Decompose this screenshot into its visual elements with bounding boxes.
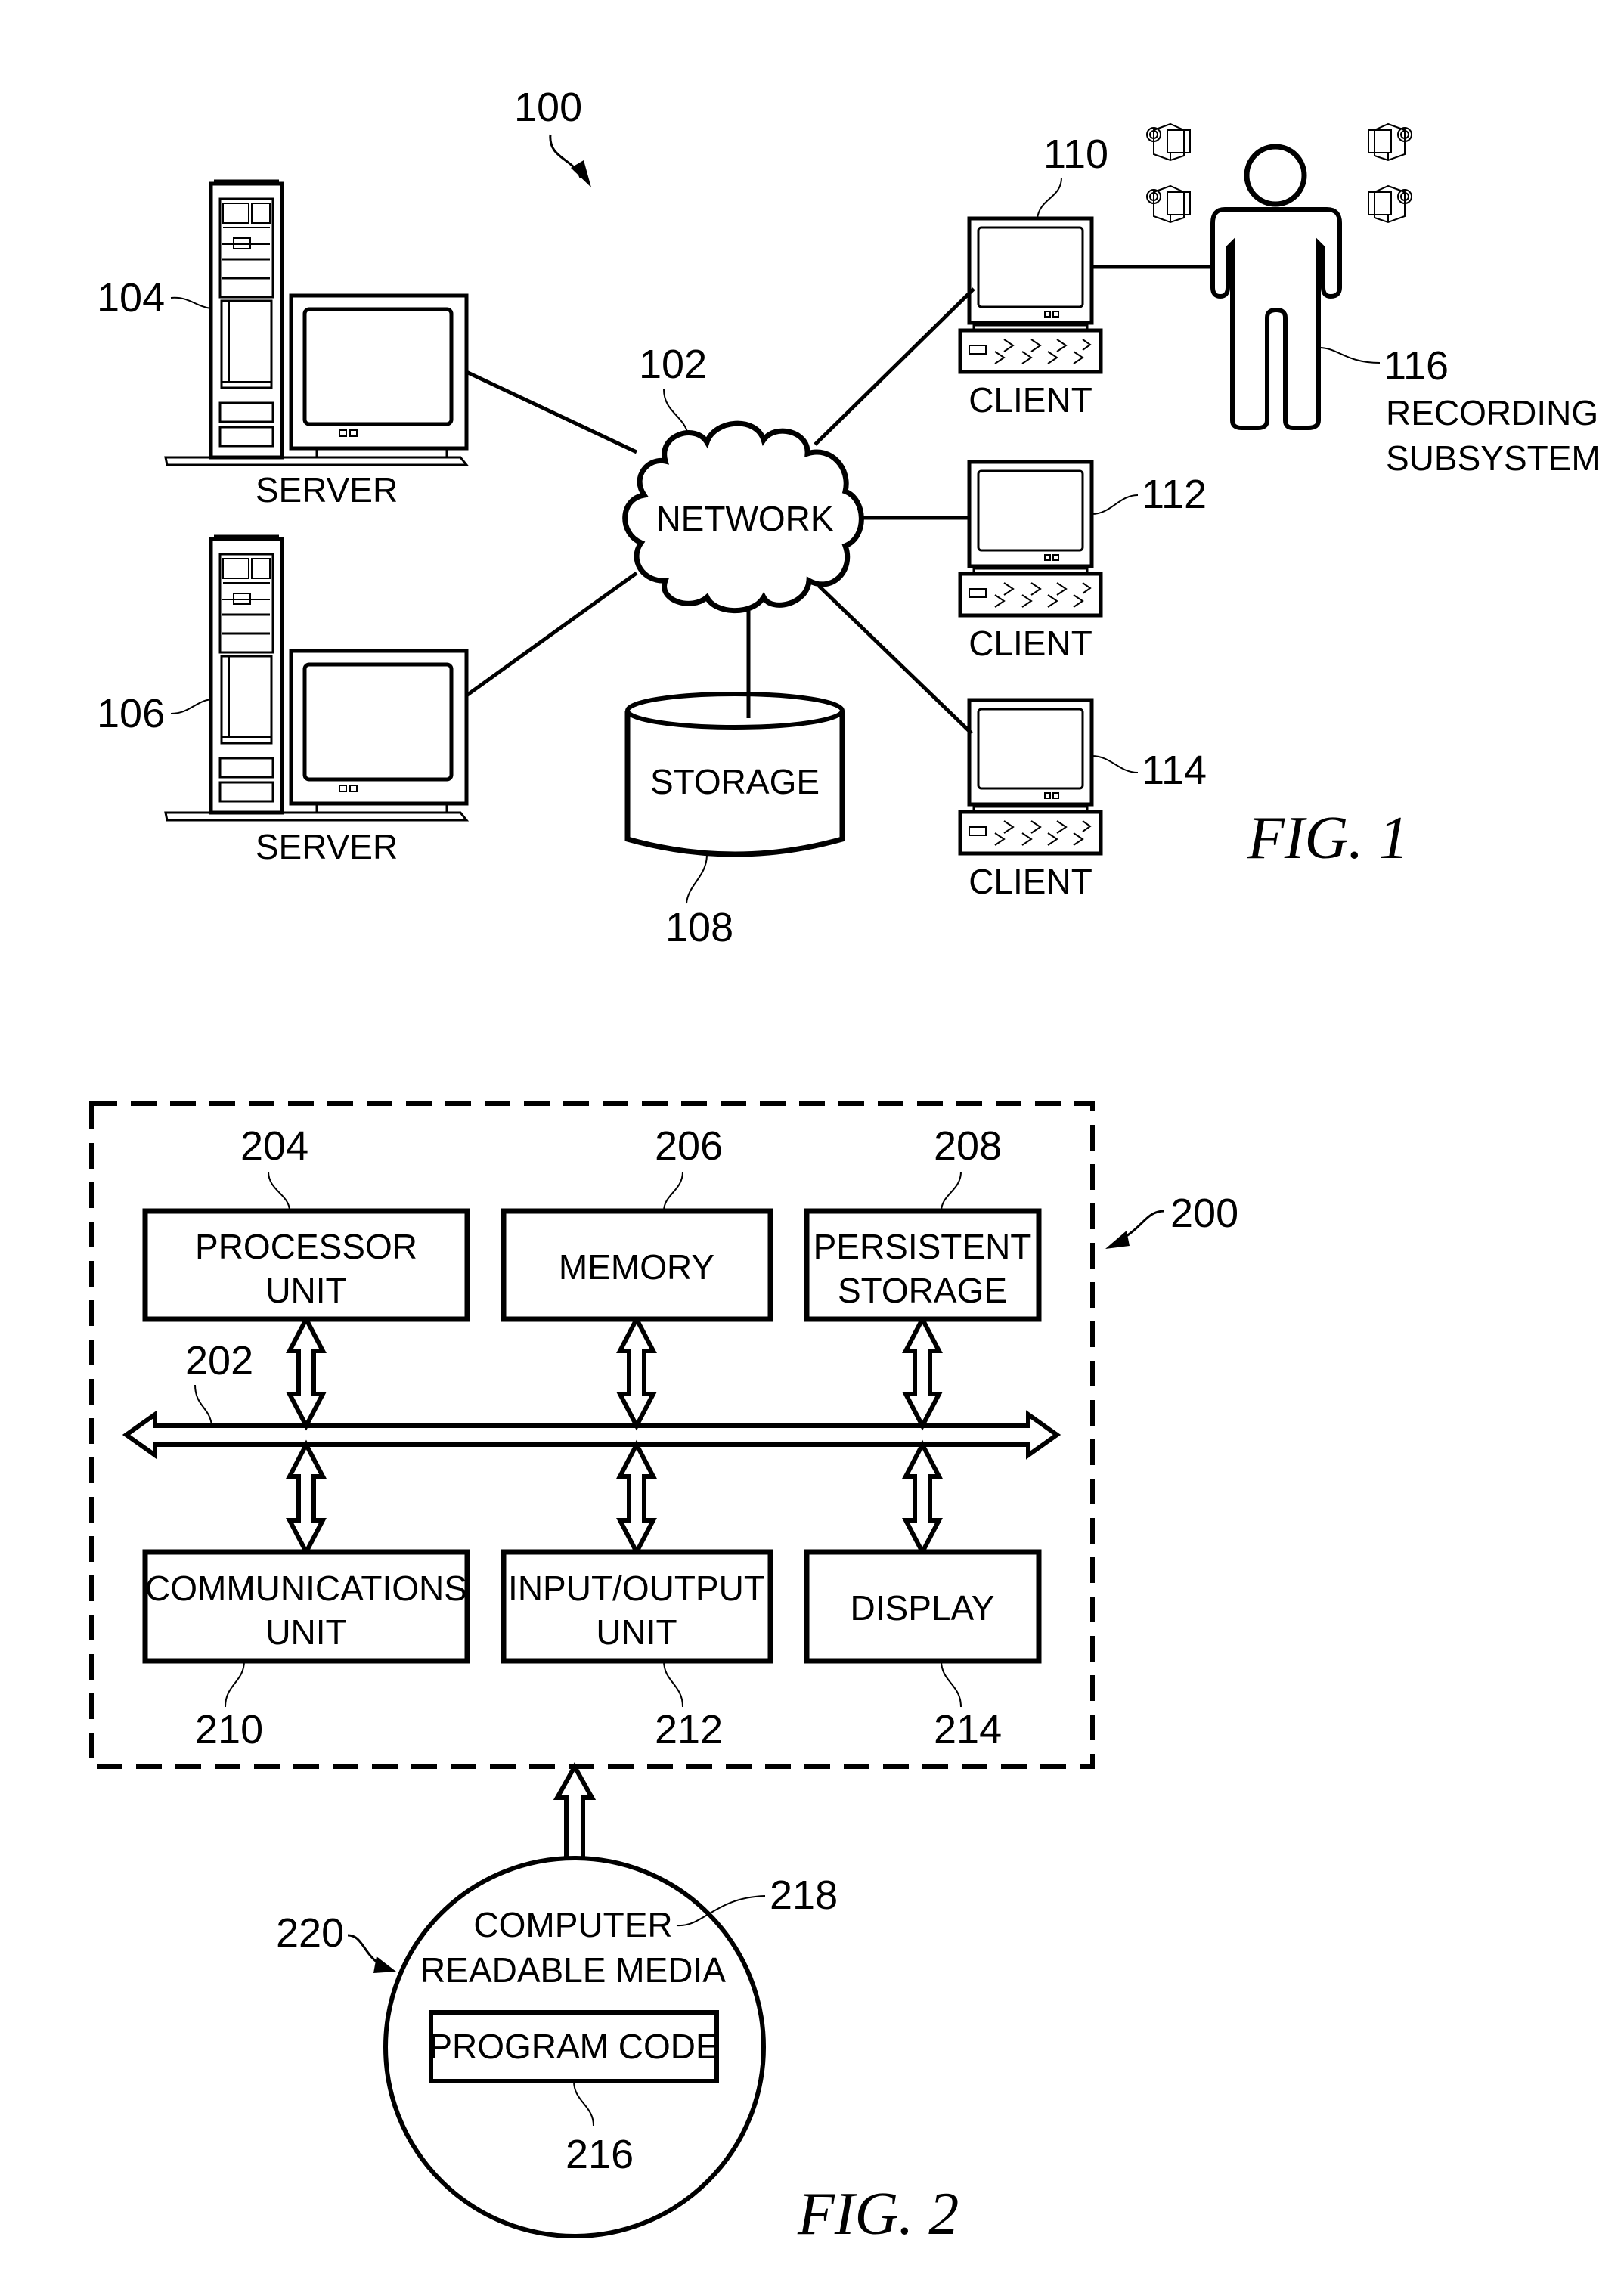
network-ref-leader	[663, 389, 689, 435]
persistent-storage-line2: STORAGE	[838, 1271, 1007, 1310]
unit-communications: COMMUNICATIONS UNIT	[142, 1549, 470, 1664]
system-200-arrowhead-icon	[1105, 1231, 1130, 1249]
storage-ref-leader	[686, 853, 708, 904]
client-110-label: CLIENT	[969, 380, 1092, 420]
server-104-leader	[170, 296, 212, 309]
network-ref-102: 102	[639, 342, 707, 387]
processor-unit-line2: UNIT	[265, 1271, 346, 1310]
server-ref-104: 104	[97, 275, 165, 321]
unit-ref-212: 212	[655, 1707, 723, 1752]
client-ref-112: 112	[1142, 472, 1207, 517]
unit-210-leader	[225, 1660, 245, 1708]
unit-input-output: INPUT/OUTPUT UNIT	[501, 1549, 773, 1664]
system-ref-100: 100	[514, 85, 582, 130]
unit-persistent-storage: PERSISTENT STORAGE	[804, 1208, 1042, 1322]
camera-icon-top-right	[1368, 123, 1412, 161]
storage-ref-108: 108	[665, 905, 733, 950]
unit-memory: MEMORY	[501, 1208, 773, 1322]
link-client-110	[814, 287, 975, 446]
input-output-unit-line1: INPUT/OUTPUT	[508, 1569, 765, 1608]
unit-ref-214: 214	[934, 1707, 1002, 1752]
client-114	[960, 700, 1101, 853]
client-110	[960, 218, 1101, 372]
media-ref-218: 218	[770, 1873, 838, 1918]
server-104-label: SERVER	[256, 470, 398, 510]
camera-icon-top-left	[1146, 123, 1191, 161]
media-220-arrowhead-icon	[373, 1956, 396, 1973]
unit-display: DISPLAY	[804, 1549, 1042, 1664]
link-server-106	[465, 571, 638, 698]
unit-206-leader	[663, 1171, 683, 1212]
unit-ref-204: 204	[240, 1123, 308, 1169]
figure-1-caption: FIG. 1	[1247, 805, 1409, 872]
unit-ref-208: 208	[934, 1123, 1002, 1169]
network-label: NETWORK	[655, 499, 833, 538]
unit-ref-206: 206	[655, 1123, 723, 1169]
input-output-unit-line2: UNIT	[596, 1612, 677, 1652]
unit-212-leader	[663, 1660, 683, 1708]
figure-1: 100 104 SERVER 106 SERVER NETWORK 102 ST…	[97, 85, 1601, 950]
bus-arrow-processor	[286, 1314, 327, 1431]
program-code-label: PROGRAM CODE	[429, 2027, 718, 2066]
recording-subsystem-label-line2: SUBSYSTEM	[1386, 438, 1601, 478]
display-label: DISPLAY	[851, 1588, 995, 1628]
media-to-system-arrow	[553, 1761, 597, 1859]
system-ref-200: 200	[1170, 1191, 1238, 1236]
unit-ref-210: 210	[195, 1707, 263, 1752]
bus-arrow-memory	[616, 1314, 657, 1431]
bus-ref-202: 202	[185, 1338, 253, 1383]
recording-subsystem-leader	[1319, 347, 1381, 364]
client-112-leader	[1091, 494, 1139, 515]
communications-unit-line2: UNIT	[265, 1612, 346, 1652]
media-label-line2: READABLE MEDIA	[420, 1950, 726, 1990]
storage-cylinder	[624, 650, 845, 857]
server-104	[166, 181, 466, 465]
processor-unit-line1: PROCESSOR	[195, 1227, 417, 1266]
media-label-line1: COMPUTER	[473, 1905, 672, 1944]
bus-arrow-communications	[286, 1439, 327, 1557]
server-106-leader	[170, 699, 212, 714]
unit-204-leader	[268, 1171, 290, 1212]
client-110-leader	[1037, 177, 1062, 219]
server-106-label: SERVER	[256, 827, 398, 866]
server-ref-106: 106	[97, 691, 165, 736]
bus-arrow-persistent-storage	[902, 1314, 943, 1431]
recording-subsystem-ref-116: 116	[1384, 343, 1449, 389]
person-icon	[1210, 144, 1342, 430]
camera-icon-bottom-right	[1368, 185, 1412, 223]
bus-ref-leader	[194, 1384, 212, 1426]
figure-2-caption: FIG. 2	[797, 2181, 959, 2247]
unit-processor: PROCESSOR UNIT	[142, 1208, 470, 1322]
client-112-label: CLIENT	[969, 624, 1092, 663]
communications-unit-line1: COMMUNICATIONS	[145, 1569, 467, 1608]
patent-drawing-sheet: 100 104 SERVER 106 SERVER NETWORK 102 ST…	[89, 85, 1601, 2247]
program-code-ref-216: 216	[566, 2132, 634, 2177]
client-ref-110: 110	[1043, 132, 1108, 177]
camera-icon-bottom-left	[1146, 185, 1191, 223]
unit-208-leader	[941, 1171, 962, 1212]
system-ref-arrowhead-icon	[571, 160, 591, 187]
recording-subsystem-label-line1: RECORDING	[1386, 393, 1598, 432]
bus-arrow-display	[902, 1439, 943, 1557]
media-ref-220: 220	[276, 1910, 344, 1956]
storage-label: STORAGE	[650, 762, 820, 801]
client-114-leader	[1091, 755, 1139, 773]
server-106	[166, 536, 466, 820]
persistent-storage-line1: PERSISTENT	[814, 1227, 1032, 1266]
memory-label: MEMORY	[559, 1247, 714, 1287]
client-112	[960, 462, 1101, 615]
unit-214-leader	[941, 1660, 962, 1708]
client-ref-114: 114	[1142, 748, 1207, 793]
client-114-label: CLIENT	[969, 862, 1092, 901]
link-server-104	[465, 370, 638, 454]
figure-2: 200 202 PROCESSOR UNIT MEMORY PERSISTENT…	[89, 1101, 1238, 2247]
bus-arrow-input-output	[616, 1439, 657, 1557]
